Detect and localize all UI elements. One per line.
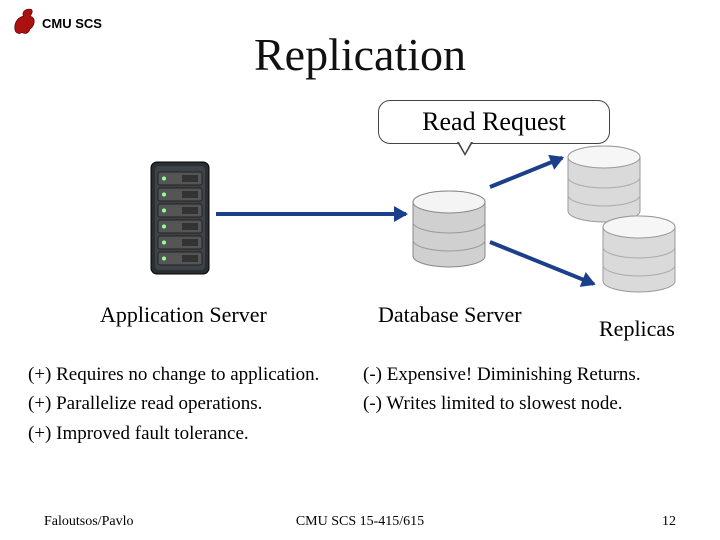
- label-database-server: Database Server: [378, 302, 522, 328]
- database-primary-icon: [410, 190, 488, 279]
- diagram-stage: [0, 150, 720, 320]
- pro-item: (+) Parallelize read operations.: [28, 389, 363, 418]
- server-rack-icon: [145, 160, 215, 285]
- con-item: (-) Expensive! Diminishing Returns.: [363, 360, 698, 389]
- label-application-server: Application Server: [100, 302, 267, 328]
- pros-cons: (+) Requires no change to application. (…: [28, 360, 698, 448]
- pro-item: (+) Improved fault tolerance.: [28, 419, 363, 448]
- arrow-app-to-db: [216, 212, 406, 216]
- database-replica-icon: [600, 215, 678, 304]
- pro-item: (+) Requires no change to application.: [28, 360, 363, 389]
- label-replicas: Replicas: [599, 316, 675, 342]
- read-request-text: Read Request: [422, 107, 566, 137]
- slide-title: Replication: [0, 28, 720, 81]
- con-item: (-) Writes limited to slowest node.: [363, 389, 698, 418]
- slide-footer: Faloutsos/Pavlo CMU SCS 15-415/615 12: [0, 514, 720, 530]
- read-request-bubble: Read Request: [378, 100, 610, 144]
- footer-course: CMU SCS 15-415/615: [0, 514, 720, 530]
